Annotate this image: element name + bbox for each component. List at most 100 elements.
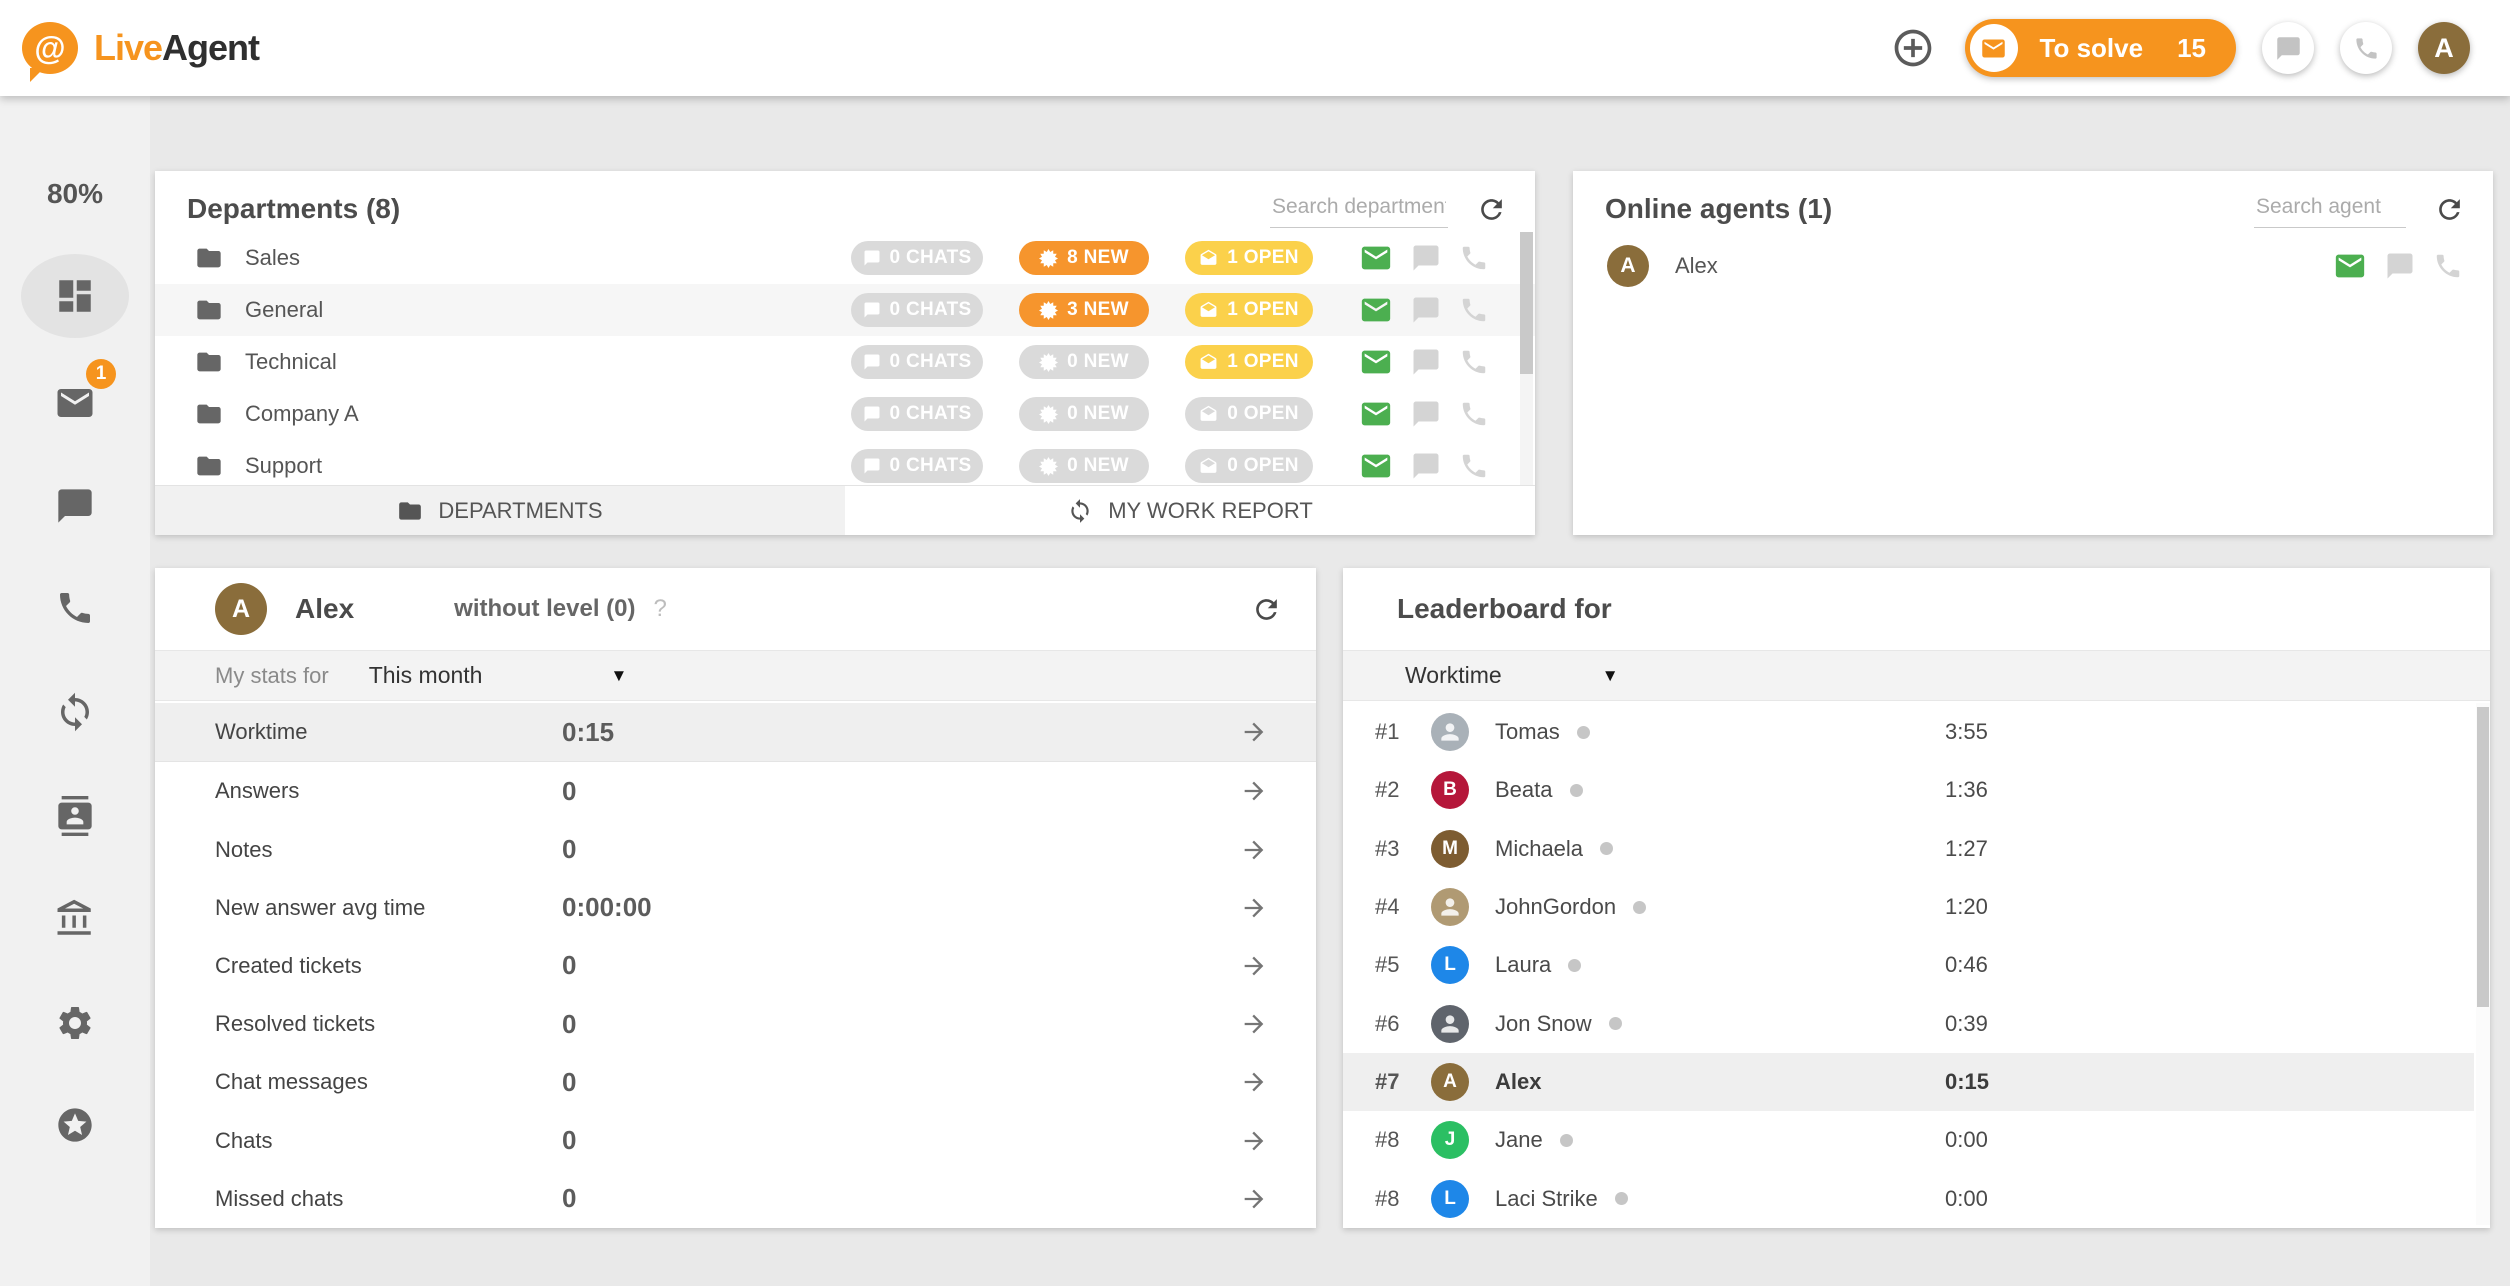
chat-action-icon[interactable]	[1411, 295, 1441, 325]
status-dot	[1633, 901, 1646, 914]
leaderboard-row: #4 JohnGordon 1:20	[1343, 878, 2474, 936]
arrow-right-icon[interactable]	[1240, 777, 1268, 805]
department-row[interactable]: Technical 0 CHATS 0 NEW 1 OPEN	[155, 336, 1535, 388]
phone-action-icon[interactable]	[1459, 295, 1489, 325]
department-row[interactable]: General 0 CHATS 3 NEW 1 OPEN	[155, 284, 1535, 336]
rank: #4	[1375, 894, 1421, 920]
sidebar-item-chats[interactable]	[0, 466, 150, 546]
help-icon[interactable]: ?	[654, 595, 667, 623]
star-circle-icon	[55, 1105, 95, 1145]
availability-percent: 80%	[0, 178, 150, 210]
stat-row[interactable]: Worktime0:15	[155, 703, 1316, 762]
refresh-icon[interactable]	[2434, 194, 2465, 225]
email-action-icon[interactable]	[1359, 397, 1393, 431]
add-button[interactable]	[1887, 22, 1939, 74]
chat-action-icon[interactable]	[1411, 451, 1441, 481]
agent-name: Laura	[1495, 952, 1551, 978]
chevron-down-icon[interactable]: ▼	[610, 666, 627, 686]
logo-at-symbol: @	[22, 22, 78, 74]
stat-row[interactable]: Chat messages0	[155, 1053, 1316, 1111]
email-action-icon[interactable]	[1359, 345, 1393, 379]
new-tickets-badge: 0 NEW	[1019, 345, 1149, 379]
chat-action-icon[interactable]	[2385, 251, 2415, 281]
stat-row[interactable]: Notes0	[155, 820, 1316, 878]
sidebar-item-gamification[interactable]	[0, 1085, 150, 1165]
chat-action-icon[interactable]	[1411, 243, 1441, 273]
phone-action-icon[interactable]	[1459, 347, 1489, 377]
agent-row[interactable]: A Alex	[1573, 233, 2493, 299]
sidebar-item-calls[interactable]	[0, 568, 150, 648]
stat-row[interactable]: Chats0	[155, 1112, 1316, 1170]
department-name: Company A	[245, 401, 359, 427]
arrow-right-icon[interactable]	[1240, 1010, 1268, 1038]
tab-departments[interactable]: DEPARTMENTS	[155, 486, 845, 535]
rank: #1	[1375, 719, 1421, 745]
open-mail-icon	[1199, 249, 1218, 268]
leaderboard-scrollbar[interactable]	[2476, 703, 2490, 1225]
arrow-right-icon[interactable]	[1240, 836, 1268, 864]
phone-action-icon[interactable]	[1459, 243, 1489, 273]
departments-scrollbar[interactable]	[1520, 232, 1533, 485]
chat-icon	[55, 486, 95, 526]
arrow-right-icon[interactable]	[1240, 1068, 1268, 1096]
email-action-icon[interactable]	[1359, 449, 1393, 483]
chat-icon	[863, 405, 881, 423]
arrow-right-icon[interactable]	[1240, 894, 1268, 922]
stat-row[interactable]: Answers0	[155, 762, 1316, 820]
sidebar-item-settings[interactable]	[0, 983, 150, 1063]
user-avatar[interactable]: A	[2418, 22, 2470, 74]
stat-row[interactable]: Resolved tickets0	[155, 995, 1316, 1053]
sidebar-item-tickets[interactable]: 1	[0, 363, 150, 443]
sidebar-item-company[interactable]	[0, 879, 150, 959]
stat-row[interactable]: Missed chats0	[155, 1170, 1316, 1228]
stat-row[interactable]: New answer avg time0:00:00	[155, 879, 1316, 937]
search-department-input[interactable]	[1270, 191, 1448, 228]
search-agent-input[interactable]	[2254, 191, 2406, 228]
arrow-right-icon[interactable]	[1240, 952, 1268, 980]
email-action-icon[interactable]	[2333, 249, 2367, 283]
open-tickets-badge: 0 OPEN	[1185, 397, 1313, 431]
arrow-right-icon[interactable]	[1240, 1127, 1268, 1155]
chat-action-icon[interactable]	[1411, 347, 1441, 377]
phone-action-icon[interactable]	[2433, 251, 2463, 281]
refresh-icon[interactable]	[1476, 194, 1507, 225]
stat-row[interactable]: Created tickets0	[155, 937, 1316, 995]
leaderboard-metric-dropdown[interactable]: Worktime	[1405, 662, 1502, 689]
stats-period-dropdown[interactable]: This month	[369, 662, 483, 689]
status-dot	[1560, 1134, 1573, 1147]
worktime-value: 0:00	[1945, 1186, 1988, 1212]
phone-action-icon[interactable]	[1459, 451, 1489, 481]
calls-button[interactable]	[2340, 22, 2392, 74]
liveagent-logo[interactable]: @ LiveAgent	[22, 22, 259, 74]
folder-icon	[195, 296, 223, 324]
status-dot	[1568, 959, 1581, 972]
leaderboard-panel: Leaderboard for Worktime ▼ #1 Tomas 3:55…	[1343, 568, 2490, 1228]
online-agents-panel: Online agents (1) A Alex	[1573, 171, 2493, 535]
logo-bubble-icon: @	[22, 22, 78, 74]
logo-text: LiveAgent	[94, 27, 259, 69]
logo-text-live: Live	[94, 27, 162, 68]
chevron-down-icon[interactable]: ▼	[1602, 666, 1619, 686]
agent-avatar: A	[1607, 245, 1649, 287]
sidebar-item-contacts[interactable]	[0, 776, 150, 856]
sidebar-item-to-solve[interactable]	[0, 672, 150, 752]
arrow-right-icon[interactable]	[1240, 1185, 1268, 1213]
tab-my-work-report[interactable]: MY WORK REPORT	[845, 486, 1535, 535]
burst-icon	[1039, 405, 1058, 424]
email-action-icon[interactable]	[1359, 293, 1393, 327]
to-solve-button[interactable]: To solve 15	[1965, 19, 2236, 77]
chat-action-icon[interactable]	[1411, 399, 1441, 429]
agent-avatar: M	[1431, 830, 1469, 868]
email-action-icon[interactable]	[1359, 241, 1393, 275]
department-row[interactable]: Sales 0 CHATS 8 NEW 1 OPEN	[155, 232, 1535, 284]
open-tickets-badge: 0 OPEN	[1185, 449, 1313, 483]
sidebar-item-dashboard[interactable]	[0, 256, 150, 336]
leaderboard-row: #8 L Laci Strike 0:00	[1343, 1170, 2474, 1228]
arrow-right-icon[interactable]	[1240, 718, 1268, 746]
status-dot	[1600, 842, 1613, 855]
chats-button[interactable]	[2262, 22, 2314, 74]
department-row[interactable]: Support 0 CHATS 0 NEW 0 OPEN	[155, 440, 1535, 485]
refresh-icon[interactable]	[1251, 594, 1282, 625]
department-row[interactable]: Company A 0 CHATS 0 NEW 0 OPEN	[155, 388, 1535, 440]
phone-action-icon[interactable]	[1459, 399, 1489, 429]
